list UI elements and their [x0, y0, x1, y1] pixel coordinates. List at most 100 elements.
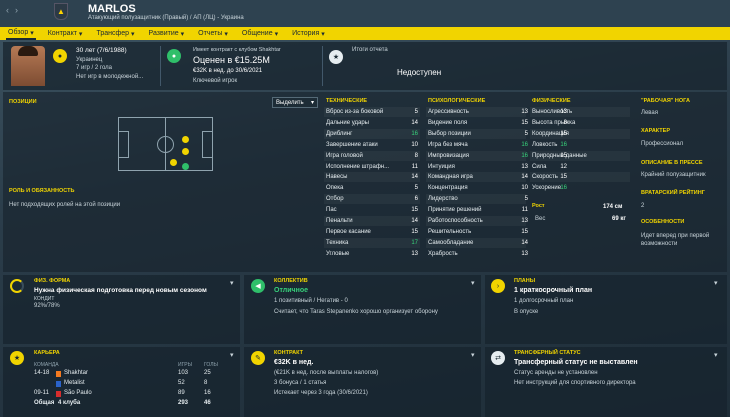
attribute-row[interactable]: Пенальти 14 [326, 216, 422, 226]
chevron-down-icon[interactable]: ▾ [471, 279, 475, 287]
attribute-row[interactable]: Ловкость 16 [532, 140, 632, 150]
star-icon: ★ [329, 50, 343, 64]
attribute-value: 10 [521, 185, 528, 192]
tab-interaction[interactable]: Общение ▾ [240, 27, 280, 40]
chevron-down-icon[interactable]: ▾ [230, 279, 234, 287]
attribute-row[interactable]: Исполнение штрафн... 11 [326, 162, 422, 172]
attribute-value: 8 [563, 119, 567, 126]
position-dot [182, 148, 189, 155]
attribute-row[interactable]: Работоспособность 13 [428, 216, 528, 226]
attribute-name: Первое касание [326, 228, 371, 235]
attribute-row[interactable]: Сила 12 [532, 162, 632, 172]
attribute-row[interactable]: Интуиция 13 [428, 162, 528, 172]
attribute-row[interactable]: Агрессивность 13 [428, 107, 528, 117]
career-club[interactable]: 4 клуба [58, 400, 80, 406]
player-position[interactable]: Атакующий полузащитник (Правый) / АП (ЛЦ… [88, 15, 244, 21]
club-logo[interactable]: ▲ [54, 3, 68, 20]
attribute-row[interactable]: Вброс из-за боковой 5 [326, 107, 422, 117]
career-club[interactable]: Shakhtar [64, 370, 88, 376]
attribute-row[interactable]: Принятие решений 11 [428, 205, 528, 215]
attribute-row[interactable]: Угловые 13 [326, 249, 422, 259]
tab-label: История [292, 30, 320, 37]
tab-contract[interactable]: Контракт ▾ [46, 27, 85, 40]
weight-label: Вес [535, 216, 546, 222]
club-crest-icon [56, 381, 61, 387]
player-age: 30 лет (7/6/1988) [76, 47, 127, 54]
transfer-title: ТРАНСФЕРНЫЙ СТАТУС [514, 350, 581, 356]
attribute-row[interactable]: Опека 5 [326, 183, 422, 193]
attribute-name: Исполнение штрафн... [326, 163, 390, 170]
chevron-down-icon[interactable]: ▾ [471, 351, 475, 359]
attribute-row[interactable]: Концентрация 10 [428, 183, 528, 193]
player-caps: 7 игр / 2 гола [76, 65, 112, 72]
career-club[interactable]: Metalist [64, 380, 85, 386]
chevron-down-icon[interactable]: ▾ [230, 351, 234, 359]
career-col-goals: ГОЛЫ [204, 362, 218, 368]
calendar-icon: ● [53, 49, 67, 63]
attribute-name: Агрессивность [428, 109, 469, 115]
chevron-down-icon[interactable]: ▾ [714, 279, 718, 287]
attribute-row[interactable]: Импровизация 16 [428, 151, 528, 161]
fitness-text: Нужна физическая подготовка перед новым … [34, 287, 207, 294]
attribute-row[interactable]: Игра головой 8 [326, 151, 422, 161]
attribute-name: Пас [326, 207, 337, 214]
attribute-row[interactable]: Техника 17 [326, 238, 422, 248]
tab-transfer[interactable]: Трансфер ▾ [94, 27, 136, 40]
career-club[interactable]: São Paulo [64, 390, 92, 396]
roles-text: Нет подходящих ролей на этой позиции [9, 202, 121, 208]
chevron-down-icon: ▾ [321, 30, 325, 38]
career-goals: 16 [204, 390, 211, 396]
attribute-row[interactable]: Самообладание 14 [428, 238, 528, 248]
attribute-row[interactable]: Храбрость 13 [428, 249, 528, 259]
attribute-value: 13 [560, 109, 567, 115]
forward-arrow-icon[interactable]: › [15, 5, 18, 15]
attribute-row[interactable]: Скорость 15 [532, 172, 632, 182]
attribute-row[interactable]: Лидерство 5 [428, 194, 528, 204]
attribute-row[interactable]: Высота прыжка 8 [532, 118, 632, 128]
attribute-row[interactable]: Навесы 14 [326, 172, 422, 182]
attribute-row[interactable]: Завершение атаки 10 [326, 140, 422, 150]
position-pitch [118, 117, 213, 171]
contract-club: Имеет контракт с клубом Shakhtar [193, 47, 281, 53]
attribute-row[interactable]: Координация 15 [532, 129, 632, 139]
attribute-row[interactable]: Природные данные 15 [532, 151, 632, 161]
attribute-row[interactable]: Игра без мяча 16 [428, 140, 528, 150]
attribute-value: 17 [411, 239, 418, 246]
tab-label: Трансфер [96, 30, 130, 37]
attribute-name: Импровизация [428, 152, 470, 159]
attribute-row[interactable]: Отбор 6 [326, 194, 422, 204]
tab-label: Общение [241, 30, 273, 37]
tab-history[interactable]: История ▾ [290, 27, 327, 40]
player-name: MARLOS [88, 3, 136, 15]
tab-development[interactable]: Развитие ▾ [147, 27, 187, 40]
traits-title: ОСОБЕННОСТИ [641, 219, 685, 225]
morale-icon: ◀ [251, 279, 265, 293]
attribute-row[interactable]: Первое касание 15 [326, 227, 422, 237]
attribute-row[interactable]: Выносливость 13 [532, 107, 632, 117]
attribute-row[interactable]: Дриблинг 16 [326, 129, 422, 139]
gk-rating-title: ВРАТАРСКИЙ РЕЙТИНГ [641, 190, 705, 196]
attribute-row[interactable]: Дальние удары 14 [326, 118, 422, 128]
attribute-row[interactable]: Видение поля 15 [428, 118, 528, 128]
back-arrow-icon[interactable]: ‹ [6, 5, 9, 15]
chevron-down-icon[interactable]: ▾ [714, 351, 718, 359]
tab-reports[interactable]: Отчеты ▾ [196, 27, 230, 40]
attribute-name: Вброс из-за боковой [326, 109, 384, 115]
pitch-center-circle [157, 136, 174, 153]
traits-value: Идет вперед при первой возможности [641, 233, 710, 247]
attribute-name: Пенальти [326, 218, 353, 224]
chevron-down-icon: ▾ [180, 30, 185, 38]
fitness-panel[interactable] [3, 275, 240, 344]
technical-title: ТЕХНИЧЕСКИЕ [326, 98, 368, 104]
attribute-row[interactable]: Решительность 15 [428, 227, 528, 237]
tab-overview[interactable]: Обзор ▾ [6, 27, 36, 40]
attribute-row[interactable]: Командная игра 14 [428, 172, 528, 182]
attribute-value: 13 [521, 163, 528, 170]
attribute-row[interactable]: Ускорение 16 [532, 183, 632, 193]
foot-value: Левая [641, 110, 658, 116]
contract-value: €32K в нед. [274, 359, 314, 366]
attribute-row[interactable]: Пас 15 [326, 205, 422, 215]
attribute-value: 14 [411, 174, 418, 181]
highlight-select[interactable]: Выделить ▾ [272, 97, 318, 108]
attribute-row[interactable]: Выбор позиции 5 [428, 129, 528, 139]
